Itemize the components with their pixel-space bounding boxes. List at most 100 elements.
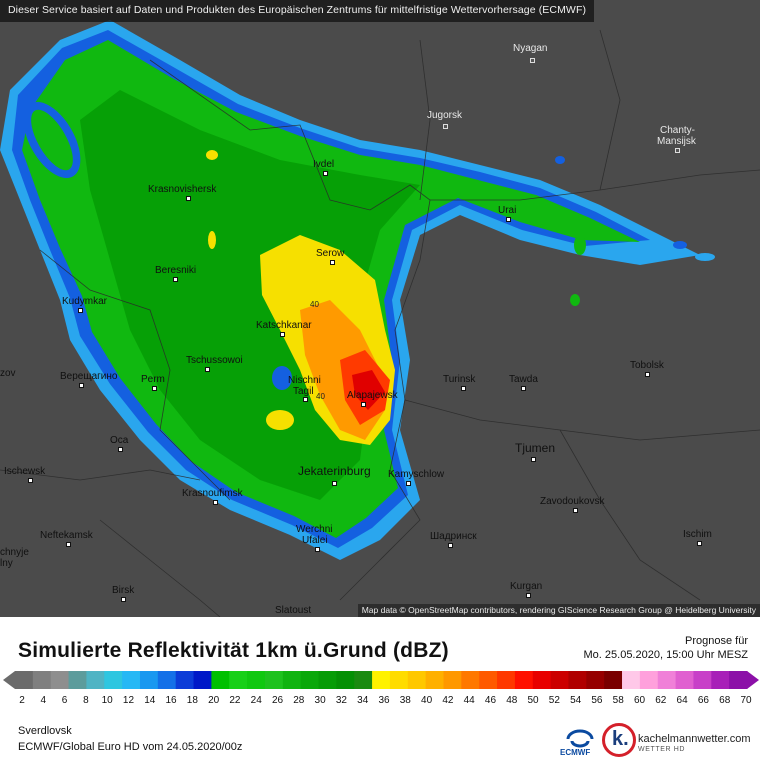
scale-cell — [693, 671, 712, 689]
brand-name[interactable]: kachelmannwetter.com — [638, 733, 751, 745]
map-attribution[interactable]: Map data © OpenStreetMap contributors, r… — [357, 604, 760, 617]
value-label: 40 — [310, 300, 319, 309]
city-label: Krasnovishersk — [148, 184, 217, 195]
scale-tick-label: 36 — [378, 695, 390, 706]
scale-tick-label: 56 — [591, 695, 603, 706]
city-marker — [28, 478, 33, 483]
scale-cell — [104, 671, 123, 689]
region-label: Sverdlovsk — [18, 725, 72, 737]
city-label: Oca — [110, 435, 129, 446]
city-label: zov — [0, 368, 16, 379]
scale-tick-label: 48 — [506, 695, 518, 706]
city-label: Верещагино — [60, 371, 118, 382]
scale-cell — [354, 671, 373, 689]
scale-tick-label: 34 — [357, 695, 369, 706]
scale-tick-label: 24 — [250, 695, 262, 706]
scale-cell — [497, 671, 516, 689]
city-label: Jugorsk — [427, 110, 463, 121]
scale-cell — [514, 671, 534, 689]
scale-cell — [479, 671, 498, 689]
city-label: Slatoust — [275, 605, 312, 616]
scale-tick-label: 42 — [442, 695, 454, 706]
city-label: Turinsk — [443, 374, 476, 385]
forecast-date: Mo. 25.05.2020, 15:00 Uhr MESZ — [583, 649, 748, 661]
legend-panel: Simulierte Reflektivität 1km ü.Grund (dB… — [0, 617, 760, 760]
scale-cell — [639, 671, 659, 689]
city-marker — [443, 124, 448, 129]
scale-cell — [139, 671, 159, 689]
scale-cell — [122, 671, 141, 689]
scale-cell — [193, 671, 212, 689]
scale-tick-label: 64 — [676, 695, 688, 706]
city-label: Tobolsk — [630, 360, 664, 371]
scale-tick-label: 66 — [697, 695, 709, 706]
city-marker — [361, 402, 366, 407]
city-marker — [461, 386, 466, 391]
city-marker — [79, 383, 84, 388]
city-marker — [303, 397, 308, 402]
scale-tick-label: 44 — [463, 695, 475, 706]
scale-cell — [622, 671, 641, 689]
scale-tick-label: 30 — [314, 695, 326, 706]
city-label: Tagil — [293, 386, 314, 397]
city-marker — [78, 308, 83, 313]
city-label: Urai — [498, 205, 517, 216]
scale-cell — [264, 671, 284, 689]
city-marker — [118, 447, 123, 452]
scale-tick-label: 28 — [293, 695, 305, 706]
scale-cell — [247, 671, 266, 689]
city-label: Alapajewsk — [347, 390, 398, 401]
scale-cell — [389, 671, 409, 689]
scale-cell — [68, 671, 87, 689]
city-marker — [66, 542, 71, 547]
city-marker — [526, 593, 531, 598]
city-marker — [332, 481, 337, 486]
scale-tick-label: 70 — [740, 695, 752, 706]
city-label: Krasnoufimsk — [182, 488, 243, 499]
scale-cell — [15, 671, 34, 689]
city-label: Tjumen — [515, 441, 556, 455]
scale-tick-label: 54 — [570, 695, 582, 706]
city-marker — [323, 171, 328, 176]
scale-tick-label: 18 — [186, 695, 198, 706]
city-marker — [675, 148, 680, 153]
scale-cell — [318, 671, 337, 689]
city-label: Kurgan — [510, 581, 543, 592]
city-label: Nyagan — [513, 43, 548, 54]
scale-cell — [425, 671, 444, 689]
kachelmann-logo-icon[interactable]: k. — [602, 723, 636, 757]
reflectivity-field — [0, 0, 760, 617]
brand-subtitle: WETTER HD — [638, 746, 686, 753]
scale-cell — [32, 671, 52, 689]
city-label: Шадринск — [430, 531, 477, 542]
scale-tick-label: 32 — [335, 695, 347, 706]
forecast-label: Prognose für — [685, 635, 748, 647]
scale-tick-label: 2 — [19, 695, 25, 706]
scale-cell — [443, 671, 462, 689]
scale-arrow-high — [747, 671, 759, 689]
scale-tick-label: 26 — [271, 695, 284, 706]
kachelmann-mark: k. — [612, 728, 629, 750]
scale-cell — [282, 671, 302, 689]
city-marker — [521, 386, 526, 391]
scale-tick-label: 40 — [421, 695, 433, 706]
scale-tick-label: 58 — [612, 695, 624, 706]
city-label: Perm — [141, 374, 165, 385]
city-label: Ischewsk — [4, 466, 46, 477]
city-label: Werchni — [296, 524, 333, 535]
city-label: Neftekamsk — [40, 530, 93, 541]
city-marker — [280, 332, 285, 337]
city-label: Beresniki — [155, 265, 197, 276]
city-marker — [315, 547, 320, 552]
scale-cell — [586, 671, 605, 689]
model-run-label: ECMWF/Global Euro HD vom 24.05.2020/00z — [18, 741, 243, 753]
radar-map[interactable]: Dieser Service basiert auf Daten und Pro… — [0, 0, 760, 617]
scale-tick-label: 20 — [208, 695, 220, 706]
scale-cell — [550, 671, 569, 689]
city-label: Jekaterinburg — [298, 464, 371, 478]
city-label: Serow — [316, 248, 345, 259]
scale-cell — [729, 671, 748, 689]
city-marker — [506, 217, 511, 222]
scale-cell — [336, 671, 355, 689]
city-marker — [531, 457, 536, 462]
